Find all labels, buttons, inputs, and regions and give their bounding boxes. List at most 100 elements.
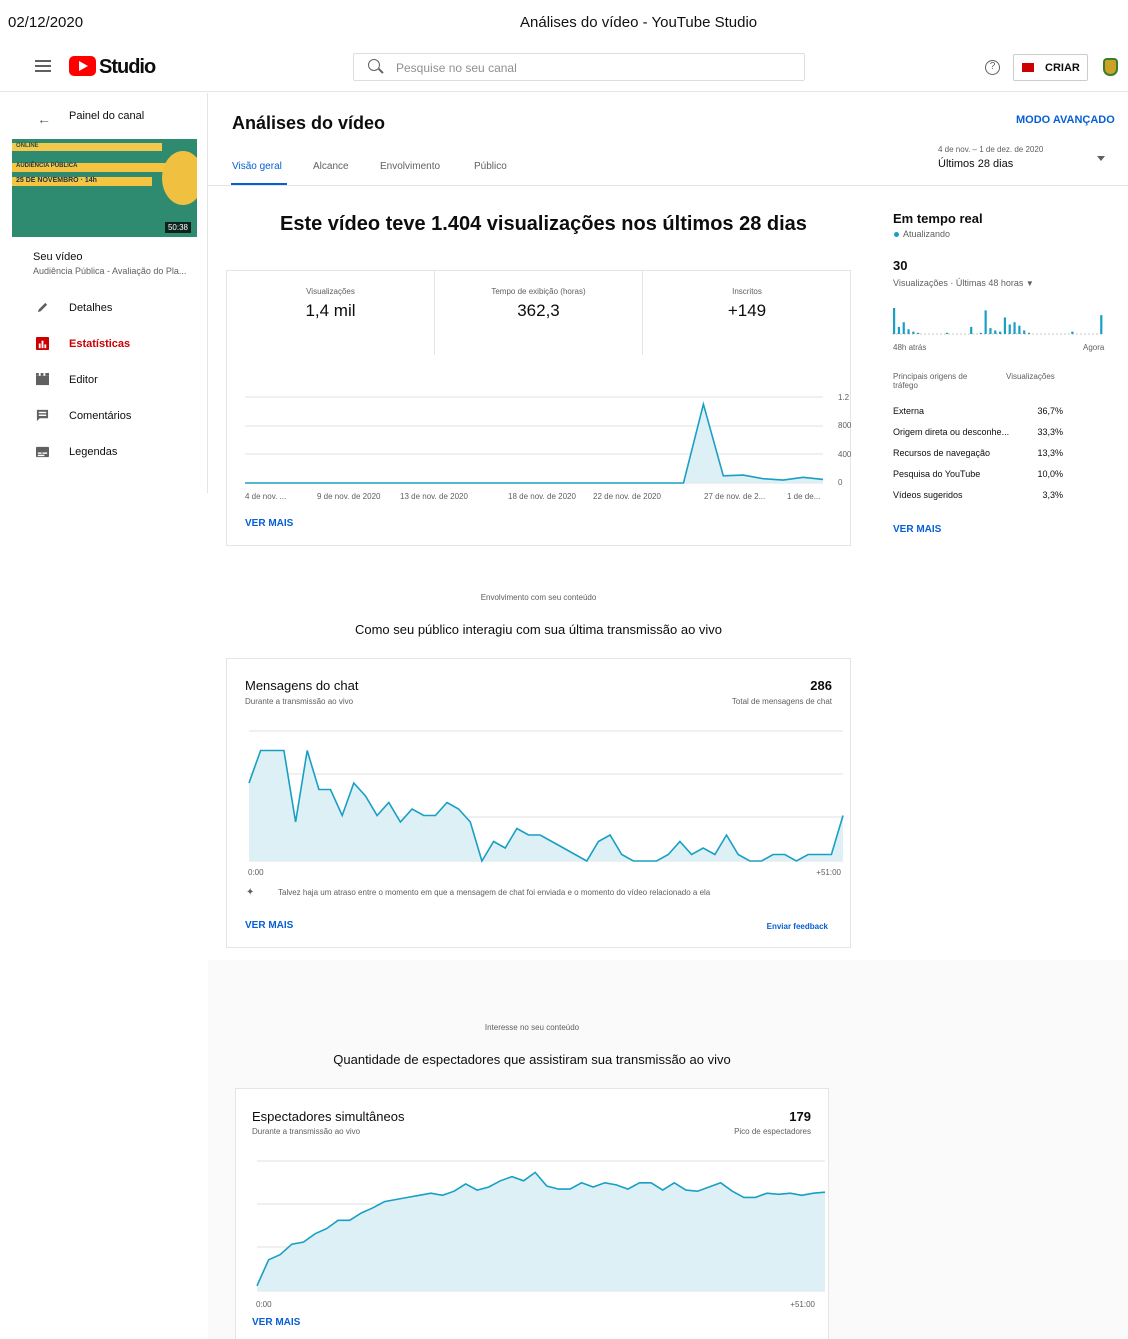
sidebar-item-label: Estatísticas	[69, 338, 131, 350]
source-name: Vídeos sugeridos	[893, 490, 963, 500]
tab-reach[interactable]: Alcance	[313, 161, 349, 172]
source-name: Pesquisa do YouTube	[893, 469, 981, 479]
dropdown-caret-icon	[1097, 156, 1105, 161]
sidebar-item-details[interactable]: Detalhes	[0, 293, 207, 323]
search-input[interactable]: Pesquise no seu canal	[353, 53, 805, 81]
tab-engagement[interactable]: Envolvimento	[380, 161, 440, 172]
x-tick-label: 22 de nov. de 2020	[593, 492, 661, 501]
x-tick-label: 1 de de...	[787, 492, 821, 501]
engagement-title: Como seu público interagiu com sua últim…	[354, 622, 723, 637]
source-value: 36,7%	[1037, 406, 1063, 416]
viewers-peak-label: Pico de espectadores	[734, 1127, 811, 1136]
youtube-logo-icon[interactable]	[69, 56, 96, 76]
studio-logo[interactable]: Studio	[99, 56, 156, 79]
realtime-bar	[1013, 322, 1016, 334]
chat-total: 286	[810, 678, 832, 693]
traffic-source-row: Recursos de navegação 13,3%	[893, 448, 1063, 458]
viewers-card-title: Espectadores simultâneos	[252, 1109, 405, 1124]
date-range-dates: 4 de nov. – 1 de dez. de 2020	[938, 145, 1044, 154]
realtime-bar	[1027, 332, 1031, 334]
realtime-bar	[946, 332, 949, 334]
realtime-bar	[979, 332, 982, 334]
series-area	[245, 404, 823, 483]
thumb-line-2: AUDIÊNCIA PÚBLICA	[12, 163, 172, 172]
create-label: CRIAR	[1045, 62, 1080, 74]
realtime-bar	[989, 328, 992, 334]
traffic-source-row: Vídeos sugeridos 3,3%	[893, 490, 1063, 500]
video-thumbnail[interactable]: ONLINE AUDIÊNCIA PÚBLICA 25 DE NOVEMBRO …	[12, 139, 197, 237]
chat-chart[interactable]	[247, 727, 845, 865]
tab-overview[interactable]: Visão geral	[232, 161, 282, 172]
realtime-bar	[1008, 324, 1011, 334]
sidebar-item-analytics[interactable]: Estatísticas	[0, 329, 207, 359]
search-icon	[368, 59, 380, 71]
menu-icon[interactable]	[35, 60, 51, 72]
search-placeholder: Pesquise no seu canal	[396, 61, 517, 75]
overview-headline: Este vídeo teve 1.404 visualizações nos …	[280, 213, 807, 235]
views-header: Visualizações	[1006, 372, 1055, 381]
metric-views[interactable]: Visualizações 1,4 mil	[227, 271, 435, 355]
send-feedback-link[interactable]: Enviar feedback	[767, 922, 828, 931]
realtime-see-more-link[interactable]: VER MAIS	[893, 524, 941, 535]
sidebar-item-label: Detalhes	[69, 302, 113, 314]
realtime-bar	[984, 310, 987, 334]
x-tick-label: 4 de nov. ...	[245, 492, 287, 501]
y-tick-label: 1.2	[838, 393, 850, 402]
traffic-source-row: Pesquisa do YouTube 10,0%	[893, 469, 1063, 479]
realtime-bar	[917, 332, 920, 334]
realtime-bar	[1023, 330, 1026, 334]
realtime-bar	[999, 331, 1002, 334]
realtime-subtitle-text: Visualizações · Últimas 48 horas	[893, 278, 1024, 288]
channel-dashboard-link[interactable]: Painel do canal	[69, 110, 144, 122]
thumb-line-3: 25 DE NOVEMBRO · 14h	[12, 177, 152, 186]
pencil-icon	[37, 302, 48, 313]
traffic-source-row: Origem direta ou desconhe... 33,3%	[893, 427, 1063, 437]
avatar[interactable]	[1103, 58, 1118, 76]
top-bar: Studio Pesquise no seu canal ? CRIAR	[0, 44, 1128, 92]
see-more-link[interactable]: VER MAIS	[245, 518, 293, 529]
metric-watch-time[interactable]: Tempo de exibição (horas) 362,3	[435, 271, 643, 355]
interest-caption: Interesse no seu conteúdo	[484, 1023, 580, 1032]
overview-card: Visualizações 1,4 mil Tempo de exibição …	[226, 270, 851, 546]
realtime-bar	[897, 326, 901, 334]
viewers-chart[interactable]	[255, 1155, 829, 1293]
realtime-bar	[907, 329, 910, 334]
see-more-link[interactable]: VER MAIS	[252, 1317, 300, 1328]
subtitles-icon	[36, 446, 49, 458]
sidebar-item-comments[interactable]: Comentários	[0, 401, 207, 431]
source-value: 33,3%	[1037, 427, 1063, 437]
realtime-bar-chart[interactable]	[892, 300, 1104, 336]
sidebar-item-label: Legendas	[69, 446, 118, 458]
engagement-caption: Envolvimento com seu conteúdo	[480, 593, 597, 602]
y-tick-label: 800	[838, 421, 852, 430]
help-icon[interactable]: ?	[985, 60, 1000, 75]
print-date: 02/12/2020	[8, 14, 84, 31]
source-value: 3,3%	[1042, 490, 1063, 500]
x-start-label: 0:00	[248, 868, 264, 877]
see-more-link[interactable]: VER MAIS	[245, 920, 293, 931]
traffic-source-row: Externa 36,7%	[893, 406, 1063, 416]
lightbulb-illustration	[162, 151, 197, 205]
x-tick-label: 9 de nov. de 2020	[317, 492, 381, 501]
chat-messages-card: Mensagens do chat Durante a transmissão …	[226, 658, 851, 948]
sidebar-item-label: Comentários	[69, 410, 132, 422]
x-end-label: +51:00	[790, 1300, 815, 1309]
metric-subscribers[interactable]: Inscritos +149	[643, 271, 851, 355]
metric-label: Inscritos	[732, 287, 762, 296]
back-arrow-icon[interactable]: ←	[37, 111, 51, 127]
x-tick-label: 27 de nov. de 2...	[704, 492, 766, 501]
video-title: Audiência Pública - Avaliação do Pla...	[33, 266, 187, 276]
create-button[interactable]: CRIAR	[1013, 54, 1088, 81]
x-tick-label: 13 de nov. de 2020	[400, 492, 468, 501]
metric-value: 1,4 mil	[305, 301, 356, 320]
sidebar-item-subtitles[interactable]: Legendas	[0, 437, 207, 467]
realtime-bar	[1100, 315, 1103, 334]
sidebar-item-editor[interactable]: Editor	[0, 365, 207, 395]
advanced-mode-link[interactable]: MODO AVANÇADO	[1016, 114, 1115, 126]
realtime-count: 30	[893, 258, 908, 273]
realtime-subtitle[interactable]: Visualizações · Últimas 48 horas ▼	[893, 278, 1034, 288]
tab-audience[interactable]: Público	[474, 161, 507, 172]
chat-total-label: Total de mensagens de chat	[731, 697, 832, 706]
realtime-bar	[994, 330, 997, 334]
realtime-start-label: 48h atrás	[893, 343, 927, 352]
